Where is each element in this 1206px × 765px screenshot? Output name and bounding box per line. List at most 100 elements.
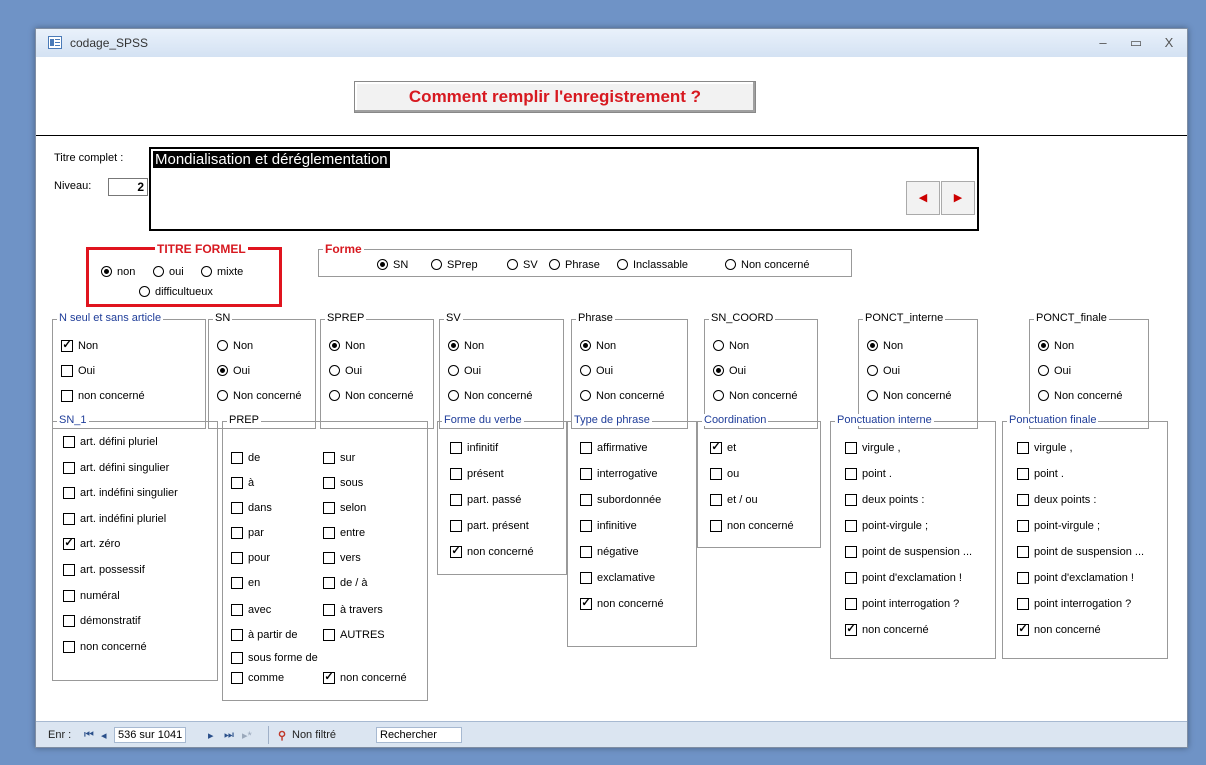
radio-button[interactable] [713, 390, 724, 401]
checkbox-option[interactable]: ✓ et [710, 442, 736, 454]
checkbox-option[interactable]: négative [580, 546, 639, 558]
radio-option[interactable]: mixte [201, 266, 243, 278]
checkbox-option[interactable]: non concerné [710, 520, 794, 532]
checkbox[interactable] [1017, 572, 1029, 584]
checkbox[interactable]: ✓ [61, 340, 73, 352]
checkbox-option[interactable]: selon [323, 502, 366, 514]
checkbox[interactable] [231, 672, 243, 684]
radio-option[interactable]: Non concerné [448, 390, 533, 402]
checkbox-option[interactable]: ✓ non concerné [450, 546, 534, 558]
radio-option[interactable]: Non concerné [725, 259, 810, 271]
checkbox[interactable] [63, 436, 75, 448]
radio-option[interactable]: SV [507, 259, 538, 271]
checkbox-option[interactable]: interrogative [580, 468, 658, 480]
checkbox-option[interactable]: de [231, 452, 260, 464]
checkbox-option[interactable]: ✓ non concerné [1017, 624, 1101, 636]
radio-option[interactable]: SPrep [431, 259, 478, 271]
radio-option[interactable]: Oui [329, 365, 362, 377]
checkbox[interactable] [580, 442, 592, 454]
checkbox-option[interactable]: deux points : [1017, 494, 1096, 506]
radio-button[interactable] [713, 365, 724, 376]
radio-button[interactable] [448, 340, 459, 351]
checkbox[interactable] [845, 442, 857, 454]
checkbox-option[interactable]: et / ou [710, 494, 758, 506]
checkbox-option[interactable]: par [231, 527, 264, 539]
radio-option[interactable]: Non concerné [867, 390, 952, 402]
next-record-icon[interactable]: ▸ [208, 729, 214, 742]
checkbox-option[interactable]: en [231, 577, 260, 589]
checkbox[interactable] [845, 494, 857, 506]
checkbox[interactable] [845, 572, 857, 584]
radio-button[interactable] [217, 390, 228, 401]
radio-option[interactable]: Non concerné [713, 390, 798, 402]
checkbox-option[interactable]: comme [231, 672, 284, 684]
radio-button[interactable] [1038, 340, 1049, 351]
checkbox[interactable] [450, 468, 462, 480]
checkbox[interactable] [450, 442, 462, 454]
checkbox[interactable] [580, 468, 592, 480]
checkbox[interactable]: ✓ [710, 442, 722, 454]
radio-button[interactable] [580, 365, 591, 376]
checkbox-option[interactable]: point interrogation ? [845, 598, 959, 610]
checkbox[interactable] [580, 520, 592, 532]
checkbox[interactable] [450, 520, 462, 532]
checkbox-option[interactable]: vers [323, 552, 361, 564]
checkbox-option[interactable]: virgule , [845, 442, 901, 454]
checkbox[interactable] [323, 552, 335, 564]
checkbox[interactable] [580, 494, 592, 506]
checkbox[interactable] [1017, 442, 1029, 454]
radio-option[interactable]: Inclassable [617, 259, 688, 271]
checkbox-option[interactable]: affirmative [580, 442, 648, 454]
titre-field[interactable]: Mondialisation et déréglementation [149, 147, 979, 231]
checkbox[interactable] [63, 615, 75, 628]
checkbox[interactable] [231, 502, 243, 514]
checkbox[interactable] [63, 640, 75, 653]
radio-option[interactable]: Non [867, 340, 903, 352]
checkbox-option[interactable]: point de suspension ... [1017, 546, 1144, 558]
filter-status[interactable]: Non filtré [292, 729, 336, 741]
radio-option[interactable]: Oui [448, 365, 481, 377]
checkbox-option[interactable]: point-virgule ; [1017, 520, 1100, 532]
radio-option[interactable]: Non [1038, 340, 1074, 352]
checkbox-option[interactable]: point-virgule ; [845, 520, 928, 532]
checkbox[interactable] [63, 589, 75, 602]
checkbox[interactable] [1017, 520, 1029, 532]
checkbox[interactable] [63, 564, 75, 576]
checkbox-option[interactable]: Oui [61, 365, 95, 377]
checkbox-option[interactable]: ✓ Non [61, 340, 98, 352]
checkbox-option[interactable]: ✓ non concerné [845, 624, 929, 636]
record-position-field[interactable]: 536 sur 1041 [114, 727, 187, 743]
radio-button[interactable] [713, 340, 724, 351]
checkbox-option[interactable]: point . [845, 468, 892, 480]
radio-option[interactable]: SN [377, 259, 408, 271]
checkbox-option[interactable]: ou [710, 468, 739, 480]
previous-record-icon[interactable]: ◂ [101, 729, 107, 742]
radio-option[interactable]: Oui [867, 365, 900, 377]
checkbox[interactable] [231, 577, 243, 589]
checkbox[interactable] [580, 572, 592, 584]
checkbox-option[interactable]: non concerné [61, 390, 145, 402]
radio-button[interactable] [507, 259, 518, 270]
checkbox[interactable] [231, 629, 243, 641]
checkbox[interactable] [450, 494, 462, 506]
checkbox-option[interactable]: ✓ non concerné [323, 672, 407, 684]
checkbox[interactable] [845, 468, 857, 480]
radio-option[interactable]: Phrase [549, 259, 600, 271]
radio-option[interactable]: non [101, 266, 135, 278]
checkbox-option[interactable]: art. indéfini singulier [63, 487, 178, 500]
prev-record-button[interactable]: ◀ [906, 181, 940, 215]
checkbox[interactable] [231, 477, 243, 489]
checkbox[interactable] [63, 512, 75, 525]
checkbox-option[interactable]: virgule , [1017, 442, 1073, 454]
minimize-button[interactable]: – [1091, 33, 1115, 53]
checkbox-option[interactable]: ✓ art. zéro [63, 538, 120, 551]
checkbox-option[interactable]: non concerné [63, 640, 147, 653]
checkbox[interactable] [231, 552, 243, 564]
checkbox[interactable]: ✓ [845, 624, 857, 636]
checkbox-option[interactable]: pour [231, 552, 270, 564]
radio-button[interactable] [139, 286, 150, 297]
checkbox[interactable] [845, 520, 857, 532]
radio-button[interactable] [329, 390, 340, 401]
radio-button[interactable] [101, 266, 112, 277]
checkbox-option[interactable]: ✓ non concerné [580, 598, 664, 610]
